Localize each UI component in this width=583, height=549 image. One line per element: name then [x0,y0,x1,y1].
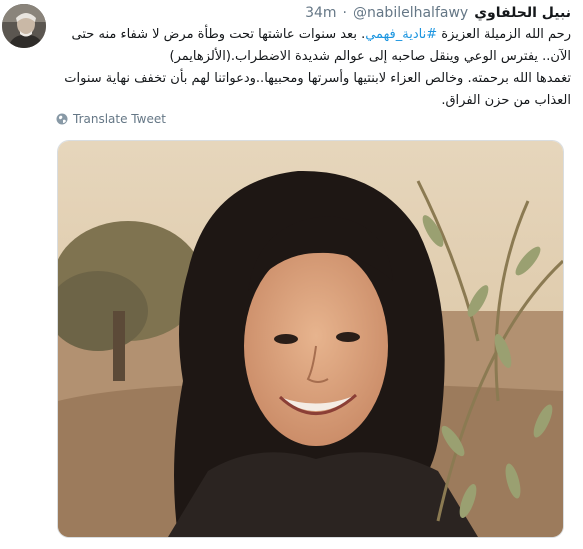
author-name[interactable]: نبيل الحلفاوي [474,5,571,21]
translate-tweet-link[interactable]: Translate Tweet [56,112,166,126]
separator-dot: · [342,5,347,21]
avatar-image [2,4,46,48]
tweet-text: رحم الله الزميلة العزيزة #نادية_فهمي. بع… [58,24,571,112]
tweet-card: نبيل الحلفاوي @nabilelhalfawy · 34m رحم … [0,0,583,549]
hashtag-link[interactable]: #نادية_فهمي [365,27,437,42]
globe-icon [56,113,68,125]
avatar[interactable] [2,4,46,48]
tweet-photo[interactable] [57,140,564,538]
photo-portrait [58,141,563,537]
tweet-timestamp[interactable]: 34m [305,5,336,21]
translate-label: Translate Tweet [73,112,166,126]
tweet-paragraph-1: رحم الله الزميلة العزيزة #نادية_فهمي. بع… [58,24,571,68]
tweet-text-prefix: رحم الله الزميلة العزيزة [437,27,571,42]
tweet-header: نبيل الحلفاوي @nabilelhalfawy · 34m [305,4,571,22]
tweet-paragraph-2: تغمدها الله برحمته. وخالص العزاء لابنتيه… [64,71,571,108]
author-handle[interactable]: @nabilelhalfawy [353,5,468,21]
